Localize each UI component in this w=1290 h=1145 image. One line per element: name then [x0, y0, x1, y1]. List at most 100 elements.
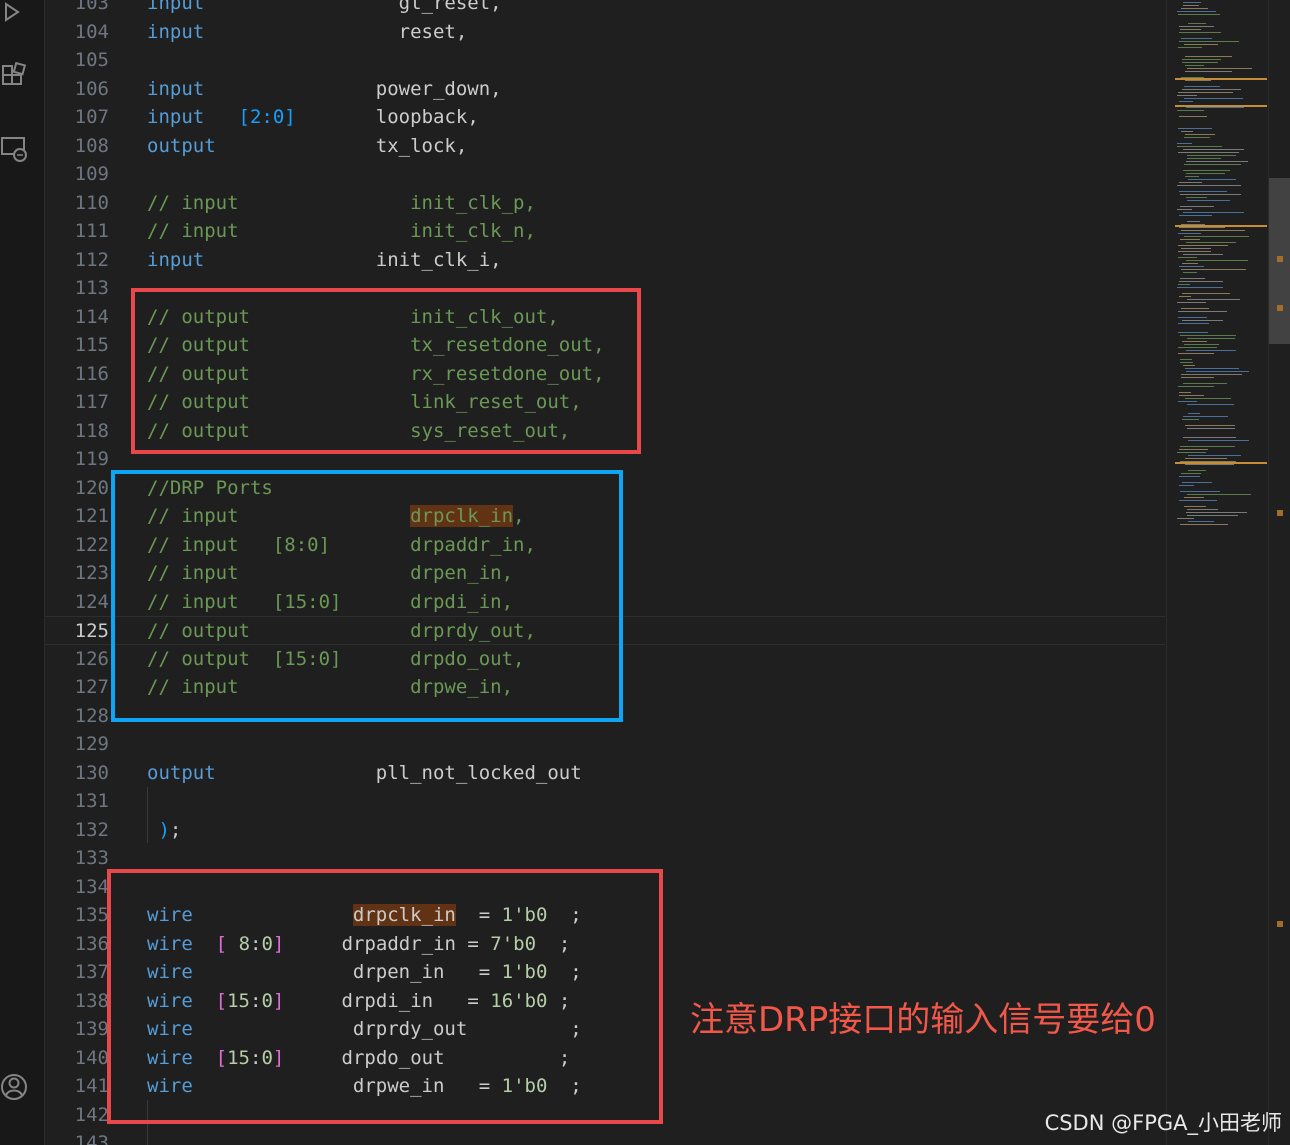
- minimap-line: [1184, 137, 1210, 138]
- activity-bar: [0, 0, 45, 1145]
- minimap-line: [1181, 230, 1245, 231]
- minimap-line: [1178, 401, 1197, 402]
- watermark: CSDN @FPGA_小田老师: [1044, 1111, 1282, 1135]
- accounts-icon[interactable]: [0, 1072, 30, 1102]
- minimap-line: [1187, 404, 1234, 405]
- code-token: ): [158, 818, 170, 841]
- minimap-line: [1181, 131, 1193, 132]
- minimap-line: [1187, 158, 1221, 159]
- minimap-line: [1187, 299, 1240, 300]
- scroll-marker: [1277, 256, 1283, 262]
- minimap-line: [1184, 44, 1218, 45]
- minimap-line: [1184, 344, 1219, 345]
- minimap-line: [1188, 455, 1241, 456]
- minimap-line: [1177, 143, 1192, 144]
- minimap-line: [1185, 398, 1231, 399]
- code-line[interactable]: 103 input gt_reset,: [45, 0, 1165, 18]
- minimap-line: [1183, 2, 1201, 3]
- code-token: reset,: [204, 20, 468, 43]
- minimap-line: [1183, 212, 1244, 213]
- code-text: input reset,: [147, 18, 467, 47]
- code-token: input: [147, 248, 205, 271]
- minimap-line: [1179, 392, 1191, 393]
- code-line[interactable]: 109: [45, 160, 1165, 189]
- minimap-line: [1182, 482, 1212, 483]
- minimap-line: [1179, 500, 1217, 501]
- minimap-line: [1181, 374, 1242, 375]
- minimap-line: [1184, 506, 1206, 507]
- minimap-line: [1180, 362, 1193, 363]
- minimap-line: [1177, 209, 1192, 210]
- code-line[interactable]: 130 output pll_not_locked_out: [45, 759, 1165, 788]
- line-number: 139: [74, 1018, 109, 1040]
- minimap-line: [1181, 269, 1246, 270]
- minimap-line: [1182, 59, 1221, 60]
- scroll-marker: [1277, 921, 1283, 927]
- minimap-line: [1188, 470, 1206, 471]
- minimap-line: [1177, 95, 1197, 96]
- line-number: 126: [74, 647, 109, 670]
- remote-explorer-icon[interactable]: [0, 134, 30, 164]
- code-line[interactable]: 111 // input init_clk_n,: [45, 217, 1165, 246]
- minimap-line: [1182, 341, 1207, 342]
- vertical-scrollbar[interactable]: [1268, 0, 1290, 1145]
- code-line[interactable]: 104 input reset,: [45, 18, 1165, 47]
- minimap-line: [1182, 89, 1241, 90]
- code-line[interactable]: 106 input power_down,: [45, 75, 1165, 104]
- minimap-line: [1178, 233, 1201, 234]
- line-number: 136: [74, 932, 109, 955]
- scroll-marker: [1277, 510, 1283, 516]
- minimap-line: [1179, 395, 1204, 396]
- minimap-line: [1180, 29, 1201, 30]
- minimap-line: [1179, 101, 1193, 102]
- minimap-line: [1179, 32, 1221, 33]
- line-number: 110: [74, 191, 109, 214]
- code-token: pll_not_locked_out: [215, 761, 582, 784]
- minimap-line: [1187, 68, 1252, 69]
- minimap-line: [1178, 92, 1233, 93]
- minimap-line: [1178, 386, 1214, 387]
- minimap-line: [1182, 263, 1198, 264]
- minimap-line: [1179, 227, 1225, 228]
- code-line[interactable]: 112 input init_clk_i,: [45, 246, 1165, 275]
- minimap-line: [1180, 524, 1228, 525]
- code-token: // input init_clk_n,: [147, 220, 536, 242]
- code-line[interactable]: 131: [45, 787, 1165, 816]
- minimap-line: [1183, 365, 1195, 366]
- minimap-line: [1183, 437, 1236, 438]
- minimap-line: [1178, 128, 1212, 129]
- minimap-line: [1187, 494, 1251, 495]
- minimap-line: [1179, 281, 1223, 282]
- minimap-line: [1187, 428, 1235, 429]
- minimap-line: [1179, 182, 1202, 183]
- minimap-line: [1177, 452, 1206, 453]
- code-line[interactable]: 108 output tx_lock,: [45, 132, 1165, 161]
- minimap-marker: [1175, 462, 1267, 464]
- code-line[interactable]: 132 );: [45, 816, 1165, 845]
- minimap-line: [1181, 248, 1211, 249]
- code-line[interactable]: 143: [45, 1129, 1165, 1145]
- line-number: 114: [74, 305, 109, 328]
- code-line[interactable]: 105: [45, 46, 1165, 75]
- minimap-line: [1188, 521, 1214, 522]
- code-line[interactable]: 129: [45, 730, 1165, 759]
- code-line[interactable]: 110 // input init_clk_p,: [45, 189, 1165, 218]
- minimap-line: [1178, 245, 1228, 246]
- minimap[interactable]: [1166, 0, 1269, 1145]
- extensions-icon[interactable]: [0, 61, 30, 92]
- minimap-line: [1185, 65, 1204, 66]
- code-line[interactable]: 107 input [2:0] loopback,: [45, 103, 1165, 132]
- code-text: input power_down,: [147, 75, 502, 104]
- code-token: [2:0]: [238, 106, 296, 128]
- line-number: 130: [74, 761, 109, 784]
- minimap-line: [1188, 23, 1206, 24]
- line-number: 141: [74, 1075, 109, 1097]
- line-number: 117: [74, 391, 109, 413]
- minimap-marker: [1175, 225, 1267, 227]
- minimap-line: [1178, 251, 1211, 252]
- line-number: 125: [74, 620, 109, 642]
- minimap-line: [1180, 359, 1192, 360]
- run-debug-icon[interactable]: [0, 0, 30, 24]
- code-token: ;: [169, 818, 182, 841]
